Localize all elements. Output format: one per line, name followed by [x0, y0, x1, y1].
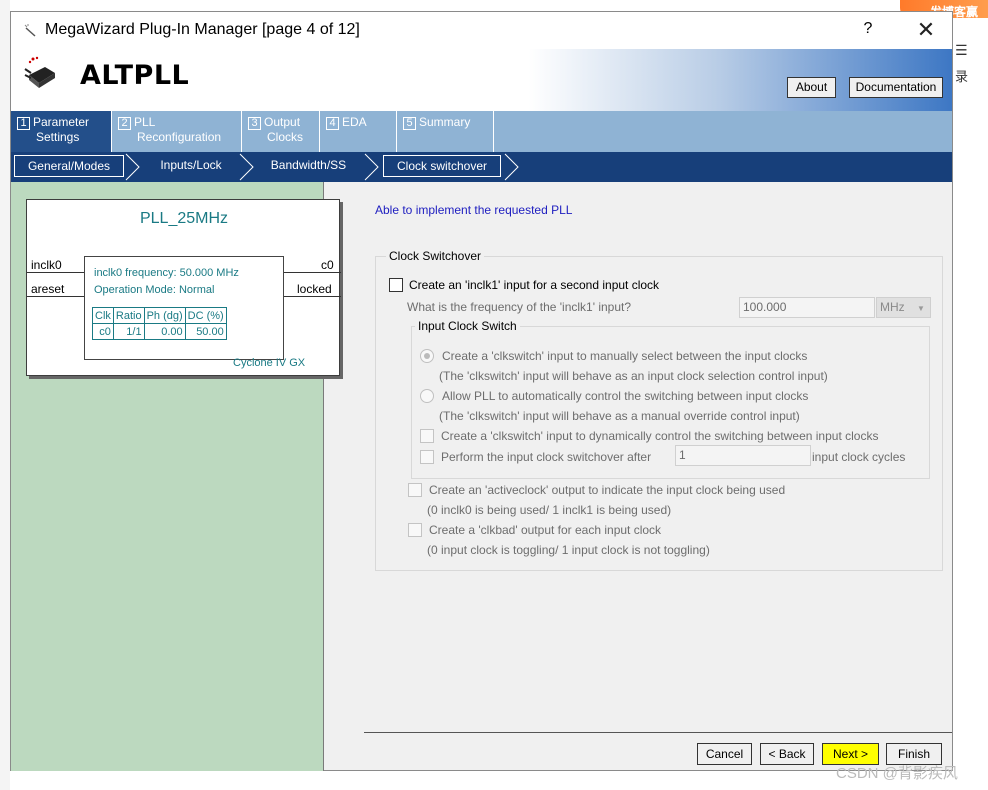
- activeclock-checkbox[interactable]: [408, 483, 422, 497]
- clkbad-checkbox[interactable]: [408, 523, 422, 537]
- documentation-button[interactable]: Documentation: [849, 77, 943, 98]
- chevron-down-icon: ▼: [917, 304, 925, 313]
- tab-output-clocks[interactable]: 3 Output Clocks: [242, 111, 320, 152]
- altpll-chip-icon: [21, 55, 61, 93]
- symbol-preview-panel: PLL_25MHz inclk0 areset c0 locked inclk0…: [11, 182, 341, 771]
- wizard-wand-icon: [23, 22, 39, 38]
- table-header: Clk: [92, 307, 114, 324]
- dynamic-switch-checkbox[interactable]: [420, 429, 434, 443]
- about-button[interactable]: About: [787, 77, 836, 98]
- subtab-clock-switchover[interactable]: Clock switchover: [383, 155, 501, 177]
- pin-areset: areset: [31, 282, 65, 296]
- back-button[interactable]: < Back: [760, 743, 814, 765]
- subtab-bandwidth-ss[interactable]: Bandwidth/SS: [256, 155, 361, 177]
- subtab-general-modes[interactable]: General/Modes: [14, 155, 124, 177]
- clkbad-label: Create a 'clkbad' output for each input …: [429, 523, 662, 537]
- footer-divider: [364, 732, 952, 733]
- inclk0-frequency: inclk0 frequency: 50.000 MHz: [94, 267, 239, 279]
- c0-line: [284, 272, 341, 273]
- dynamic-switch-label: Create a 'clkswitch' input to dynamicall…: [441, 429, 879, 443]
- activeclock-note: (0 inclk0 is being used/ 1 inclk1 is bei…: [427, 503, 672, 517]
- background-right: [953, 0, 988, 790]
- pll-info-box: inclk0 frequency: 50.000 MHz Operation M…: [84, 256, 284, 360]
- input-clock-switch-title: Input Clock Switch: [415, 319, 520, 333]
- operation-mode: Operation Mode: Normal: [94, 284, 215, 296]
- table-cell: 1/1: [112, 323, 145, 340]
- tab-number: 3: [248, 117, 261, 130]
- create-inclk1-label: Create an 'inclk1' input for a second in…: [409, 278, 660, 292]
- menu-icon[interactable]: ☰: [955, 42, 975, 59]
- table-row: c0 1/1 0.00 50.00: [92, 323, 227, 340]
- switchover-after-checkbox[interactable]: [420, 450, 434, 464]
- tab-summary[interactable]: 5 Summary: [397, 111, 494, 152]
- watermark: CSDN @背影疾风: [836, 765, 958, 782]
- wizard-tabs: 1 Parameter Settings 2 PLL Reconfiguration…: [11, 111, 952, 152]
- subtab-inputs-lock[interactable]: Inputs/Lock: [141, 155, 241, 177]
- inclk1-frequency-label: What is the frequency of the 'inclk1' in…: [407, 300, 632, 314]
- table-header: Ph (dg): [143, 307, 186, 324]
- inclk0-line: [27, 272, 84, 273]
- tab-number: 1: [17, 117, 30, 130]
- chevron-right-icon: [504, 153, 519, 181]
- tab-number: 2: [118, 117, 131, 130]
- table-header-row: Clk Ratio Ph (dg) DC (%): [92, 307, 227, 324]
- manual-switch-note: (The 'clkswitch' input will behave as an…: [439, 369, 828, 383]
- manual-switch-label: Create a 'clkswitch' input to manually s…: [442, 349, 808, 363]
- device-family: Cyclone IV GX: [233, 357, 306, 369]
- tab-label: Parameter: [33, 115, 90, 129]
- window-title: MegaWizard Plug-In Manager [page 4 of 12…: [45, 21, 360, 38]
- table-cell: 0.00: [143, 323, 186, 340]
- clock-table: Clk Ratio Ph (dg) DC (%) c0 1/1 0.00 50.…: [92, 307, 227, 340]
- side-text[interactable]: 录: [955, 66, 968, 85]
- pll-name: PLL_25MHz: [139, 210, 229, 227]
- locked-line: [284, 296, 341, 297]
- table-header: DC (%): [184, 307, 227, 324]
- manual-switch-radio[interactable]: [420, 349, 434, 363]
- sub-tabs: General/Modes Inputs/Lock Bandwidth/SS C…: [11, 152, 952, 182]
- create-inclk1-checkbox[interactable]: [389, 278, 403, 292]
- tab-label: EDA: [342, 115, 367, 129]
- title-bar: MegaWizard Plug-In Manager [page 4 of 12…: [11, 12, 952, 49]
- tab-eda[interactable]: 4 EDA: [320, 111, 397, 152]
- logo-text: ALTPLL: [80, 60, 190, 91]
- close-button[interactable]: ✕: [909, 17, 943, 43]
- areset-line: [27, 296, 84, 297]
- pin-c0: c0: [321, 258, 334, 272]
- clock-switchover-group-title: Clock Switchover: [386, 249, 485, 263]
- auto-switch-note: (The 'clkswitch' input will behave as a …: [439, 409, 800, 423]
- background-left: [0, 0, 10, 790]
- chevron-right-icon: [125, 153, 140, 181]
- table-cell: 50.00: [184, 323, 227, 340]
- status-message: Able to implement the requested PLL: [375, 203, 573, 217]
- cancel-button[interactable]: Cancel: [697, 743, 752, 765]
- clkbad-note: (0 input clock is toggling/ 1 input cloc…: [427, 543, 710, 557]
- pin-inclk0: inclk0: [31, 258, 62, 272]
- inclk1-frequency-input[interactable]: 100.000: [739, 297, 875, 318]
- switchover-cycles-input[interactable]: 1: [675, 445, 811, 466]
- tab-label-line2: Reconfiguration: [137, 130, 222, 144]
- tab-number: 4: [326, 117, 339, 130]
- megawizard-dialog: MegaWizard Plug-In Manager [page 4 of 12…: [10, 11, 953, 771]
- tab-number: 5: [403, 117, 416, 130]
- switchover-cycles-suffix: input clock cycles: [812, 450, 906, 464]
- auto-switch-radio[interactable]: [420, 389, 434, 403]
- tab-parameter-settings[interactable]: 1 Parameter Settings: [11, 111, 112, 152]
- tab-pll-reconfiguration[interactable]: 2 PLL Reconfiguration: [112, 111, 242, 152]
- tab-label-line2: Clocks: [267, 130, 304, 144]
- tab-label-line2: Settings: [36, 130, 80, 144]
- tab-label: Summary: [419, 115, 471, 129]
- chevron-right-icon: [364, 153, 379, 181]
- pin-locked: locked: [297, 282, 332, 296]
- table-cell: c0: [92, 323, 114, 340]
- header-banner: ALTPLL About Documentation: [11, 49, 952, 111]
- tab-label: Output: [264, 115, 301, 129]
- pll-symbol: PLL_25MHz inclk0 areset c0 locked inclk0…: [26, 199, 341, 376]
- help-button[interactable]: ?: [856, 20, 880, 38]
- auto-switch-label: Allow PLL to automatically control the s…: [442, 389, 809, 403]
- tab-label: PLL: [134, 115, 156, 129]
- table-header: Ratio: [112, 307, 145, 324]
- switchover-after-label: Perform the input clock switchover after: [441, 450, 652, 464]
- activeclock-label: Create an 'activeclock' output to indica…: [429, 483, 786, 497]
- chevron-right-icon: [239, 153, 254, 181]
